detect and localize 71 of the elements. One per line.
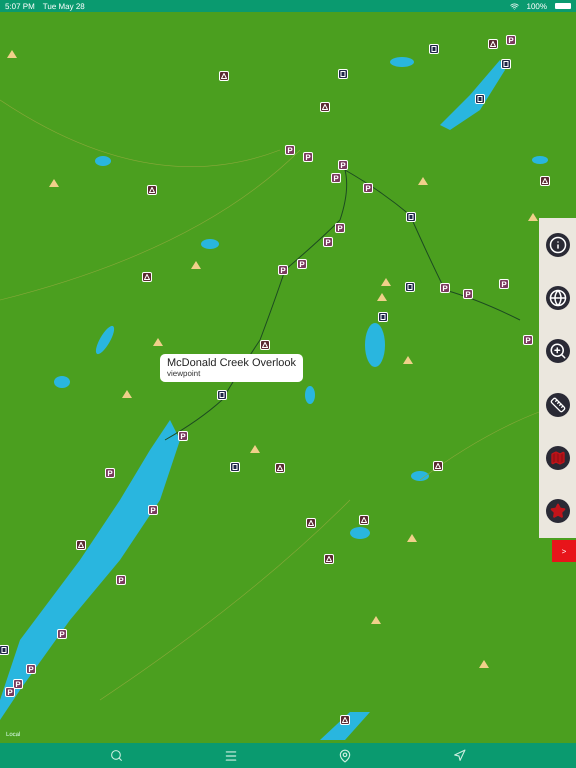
battery-percent: 100% <box>526 2 547 10</box>
globe-button[interactable] <box>546 286 570 310</box>
campsite-icon[interactable] <box>340 715 350 725</box>
battery-icon <box>555 3 571 9</box>
star-button[interactable] <box>546 499 570 524</box>
info-icon <box>548 236 566 254</box>
parking-marker[interactable]: P <box>499 279 509 289</box>
map-icon <box>550 450 566 466</box>
parking-marker[interactable]: P <box>116 575 126 585</box>
menu-button[interactable] <box>224 748 238 762</box>
parking-marker[interactable]: P <box>463 289 473 299</box>
parking-marker[interactable]: P <box>363 183 373 193</box>
viewpoint-icon[interactable] <box>217 390 227 400</box>
parking-marker[interactable]: P <box>26 664 36 674</box>
campsite-icon[interactable] <box>76 540 86 550</box>
parking-marker[interactable]: P <box>338 160 348 170</box>
viewpoint-icon[interactable] <box>0 645 9 655</box>
viewpoint-icon[interactable] <box>501 59 511 69</box>
star-icon <box>550 503 566 520</box>
parking-marker[interactable]: P <box>285 145 295 155</box>
parking-marker[interactable]: P <box>335 223 345 233</box>
status-time: 5:07 PM <box>5 2 35 10</box>
collapse-button[interactable]: > <box>552 540 576 562</box>
status-date: Tue May 28 <box>42 2 85 10</box>
viewpoint-icon[interactable] <box>429 44 439 54</box>
ruler-icon <box>550 396 566 413</box>
location-pin-button[interactable] <box>338 748 352 762</box>
parking-marker[interactable]: P <box>440 283 450 293</box>
map-callout[interactable]: McDonald Creek Overlook viewpoint <box>160 354 303 382</box>
wifi-icon <box>510 2 519 10</box>
campsite-icon[interactable] <box>219 71 229 81</box>
parking-marker[interactable]: P <box>148 505 158 515</box>
viewpoint-icon[interactable] <box>338 69 348 79</box>
map-button[interactable] <box>546 446 570 470</box>
campsite-icon[interactable] <box>433 461 443 471</box>
callout-subtitle: viewpoint <box>167 369 202 378</box>
parking-marker[interactable]: P <box>323 237 333 247</box>
campsite-icon[interactable] <box>320 102 330 112</box>
viewpoint-icon[interactable] <box>475 94 485 104</box>
campsite-icon[interactable] <box>275 463 285 473</box>
campsite-icon[interactable] <box>488 39 498 49</box>
parking-marker[interactable]: P <box>331 173 341 183</box>
parking-marker[interactable]: P <box>57 629 67 639</box>
parking-marker[interactable]: P <box>506 35 516 45</box>
globe-icon <box>548 288 566 307</box>
info-button[interactable] <box>546 232 570 257</box>
viewpoint-icon[interactable] <box>406 212 416 222</box>
viewpoint-icon[interactable] <box>378 312 388 322</box>
campsite-icon[interactable] <box>147 185 157 195</box>
parking-marker[interactable]: P <box>303 152 313 162</box>
parking-marker[interactable]: P <box>13 679 23 689</box>
search-button[interactable] <box>110 749 124 762</box>
campsite-icon[interactable] <box>540 176 550 186</box>
parking-marker[interactable]: P <box>297 259 307 269</box>
callout-title: McDonald Creek Overlook <box>167 357 296 369</box>
navigation-button[interactable] <box>452 749 466 762</box>
campsite-icon[interactable] <box>359 515 369 525</box>
viewpoint-icon[interactable] <box>405 282 415 292</box>
parking-marker[interactable]: P <box>105 468 115 478</box>
campsite-icon[interactable] <box>324 554 334 564</box>
parking-marker[interactable]: P <box>523 335 533 345</box>
parking-marker[interactable]: P <box>5 687 15 697</box>
parking-marker[interactable]: P <box>278 265 288 275</box>
campsite-icon[interactable] <box>306 518 316 528</box>
zoom-in-icon <box>548 342 566 360</box>
campsite-icon[interactable] <box>142 272 152 282</box>
viewpoint-icon[interactable] <box>230 462 240 472</box>
ruler-button[interactable] <box>546 392 570 417</box>
zoom-in-button[interactable] <box>546 339 570 364</box>
campsite-icon[interactable] <box>260 340 270 350</box>
parking-marker[interactable]: P <box>178 431 188 441</box>
